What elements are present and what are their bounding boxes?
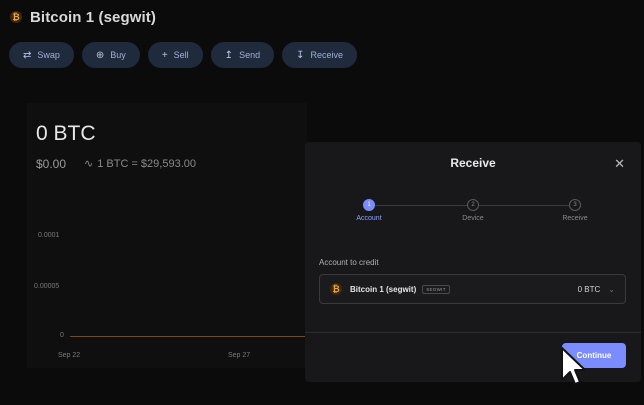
- close-icon[interactable]: ✕: [614, 156, 625, 172]
- receive-button[interactable]: ↧ Receive: [282, 42, 357, 68]
- step-1-label: Account: [356, 215, 382, 222]
- stepper: 1 Account 2 Device 3 Receive: [305, 199, 641, 229]
- action-bar: ⇄ Swap ⊕ Buy + Sell ↥ Send ↧ Receive: [9, 42, 357, 68]
- bitcoin-icon: ₿: [10, 11, 22, 23]
- sell-icon: +: [161, 49, 168, 61]
- x-tick: Sep 22: [58, 352, 81, 359]
- mouse-cursor-icon: [561, 347, 586, 385]
- segwit-badge: SEGWIT: [422, 284, 450, 294]
- step-1-dot: 1: [363, 199, 375, 211]
- crypto-balance: 0 BTC: [36, 122, 96, 145]
- balance-chart-line: [70, 336, 310, 337]
- swap-button[interactable]: ⇄ Swap: [9, 42, 74, 68]
- step-3-label: Receive: [562, 215, 588, 222]
- exchange-rate: ∿ 1 BTC = $29,593.00: [84, 157, 196, 171]
- sell-button[interactable]: + Sell: [147, 42, 203, 68]
- receive-icon: ↧: [296, 49, 305, 61]
- bitcoin-icon: ₿: [330, 283, 342, 295]
- chevron-down-icon: ⌄: [608, 284, 615, 294]
- modal-divider: [305, 332, 641, 333]
- step-connector: [479, 205, 569, 206]
- y-tick: 0: [60, 332, 64, 339]
- buy-label: Buy: [110, 50, 126, 60]
- swap-label: Swap: [37, 50, 60, 60]
- account-to-credit-label: Account to credit: [319, 258, 379, 267]
- receive-label: Receive: [310, 50, 343, 60]
- step-2-label: Device: [462, 215, 484, 222]
- step-3-dot: 3: [569, 199, 581, 211]
- send-button[interactable]: ↥ Send: [210, 42, 275, 68]
- y-tick: 0.0001: [38, 232, 60, 239]
- rate-text: 1 BTC = $29,593.00: [97, 157, 196, 170]
- send-label: Send: [239, 50, 261, 60]
- receive-modal: Receive ✕ 1 Account 2 Device 3 Receive A…: [305, 142, 641, 382]
- header: ₿ Bitcoin 1 (segwit): [10, 6, 156, 28]
- account-balance: 0 BTC: [577, 284, 601, 294]
- account-name: Bitcoin 1 (segwit): [350, 284, 417, 294]
- x-tick: Sep 27: [228, 352, 251, 359]
- rate-icon: ∿: [84, 158, 94, 170]
- swap-icon: ⇄: [23, 49, 32, 61]
- y-tick: 0.00005: [34, 283, 60, 290]
- sell-label: Sell: [173, 50, 189, 60]
- send-icon: ↥: [224, 49, 234, 61]
- buy-button[interactable]: ⊕ Buy: [81, 42, 140, 68]
- fiat-balance: $0.00: [36, 157, 67, 171]
- step-2-dot: 2: [467, 199, 479, 211]
- modal-title: Receive: [450, 156, 496, 170]
- page-title: Bitcoin 1 (segwit): [30, 8, 156, 26]
- step-connector: [375, 205, 473, 206]
- account-select[interactable]: ₿ Bitcoin 1 (segwit) SEGWIT 0 BTC ⌄: [319, 274, 626, 304]
- buy-icon: ⊕: [95, 49, 105, 61]
